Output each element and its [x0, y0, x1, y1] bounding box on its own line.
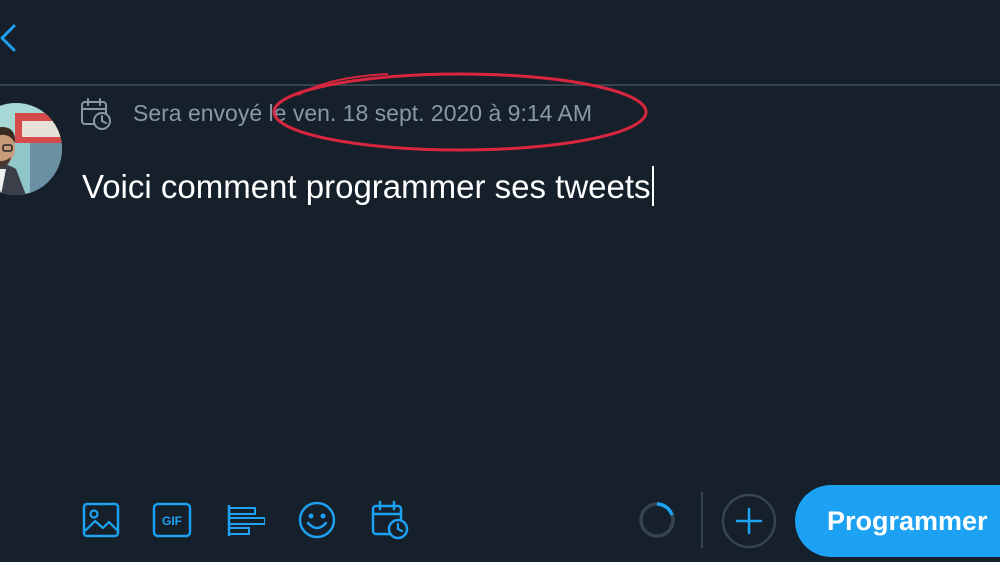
- image-icon: [82, 502, 120, 538]
- poll-button[interactable]: [225, 500, 266, 540]
- toolbar-separator: [701, 492, 703, 548]
- image-button[interactable]: [81, 500, 121, 540]
- back-button[interactable]: [0, 22, 22, 54]
- character-count-ring: [637, 500, 677, 540]
- poll-icon: [227, 505, 266, 536]
- calendar-clock-icon[interactable]: [80, 97, 112, 131]
- schedule-info[interactable]: Sera envoyé le ven. 18 sept. 2020 à 9:14…: [133, 99, 592, 127]
- text-caret: [651, 166, 654, 206]
- tweet-text: Voici comment programmer ses tweets: [82, 168, 651, 205]
- emoji-icon: [298, 501, 336, 539]
- gif-label: GIF: [162, 514, 182, 528]
- tweet-input[interactable]: Voici comment programmer ses tweets: [82, 166, 654, 208]
- plus-icon: [721, 493, 777, 549]
- avatar[interactable]: [0, 103, 62, 195]
- schedule-submit-button[interactable]: Programmer: [795, 485, 1000, 557]
- schedule-button[interactable]: [370, 500, 410, 540]
- gif-icon: GIF: [152, 502, 192, 538]
- add-tweet-button[interactable]: [721, 493, 777, 549]
- emoji-button[interactable]: [297, 500, 337, 540]
- gif-button[interactable]: GIF: [152, 500, 192, 540]
- chevron-left-icon: [0, 24, 16, 52]
- header-divider: [0, 84, 1000, 86]
- schedule-prefix: Sera envoyé: [133, 100, 263, 126]
- schedule-date: le ven. 18 sept. 2020 à 9:14 AM: [262, 100, 593, 126]
- schedule-icon: [371, 500, 409, 540]
